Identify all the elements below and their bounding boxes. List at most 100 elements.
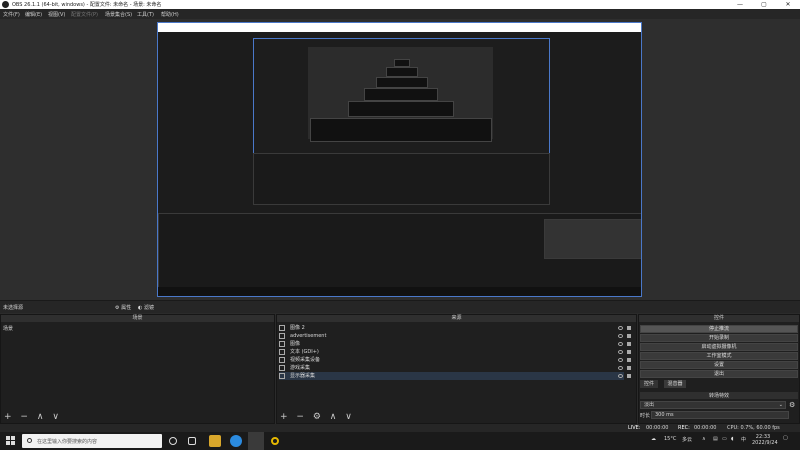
remove-scene-button[interactable]: − [20,412,28,422]
minimize-button[interactable]: — [728,0,752,9]
lock-icon[interactable] [627,334,631,338]
source-item[interactable]: 显示器采集 [279,372,631,380]
visibility-eye-icon[interactable] [618,374,623,378]
image-icon [279,325,285,331]
sources-dock: 来源 图像 2 advertisement 图像 文本 (GDI+) 视频采集设备 游戏采… [276,314,637,424]
file-explorer-icon[interactable] [209,435,221,447]
rec-label: REC: [678,425,690,431]
remove-source-button[interactable]: − [296,412,304,422]
clock-date: 2022/9/24 [752,440,778,446]
app-icon-yellow[interactable] [271,437,279,445]
visibility-eye-icon[interactable] [618,342,623,346]
source-label: advertisement [290,333,327,339]
windows-start-icon[interactable] [6,436,16,446]
menu-scene-collection[interactable]: 场景集合(S) [105,11,132,18]
lock-icon[interactable] [627,358,631,362]
duration-input[interactable]: 300 ms [651,411,789,419]
gamepad-icon [279,365,285,371]
source-label: 文本 (GDI+) [290,349,319,355]
scene-item[interactable]: 场景 [3,325,13,332]
menu-tools[interactable]: 工具(T) [137,11,154,18]
menu-profile[interactable]: 配置文件(P) [71,11,98,18]
taskbar-search-box[interactable]: 在这里输入你要搜索的内容 [22,434,162,448]
move-scene-up-button[interactable]: ∧ [37,412,44,422]
add-scene-button[interactable]: + [4,412,12,422]
title-bar: OBS 26.1.1 (64-bit, windows) - 配置文件: 未命名… [0,0,800,9]
menu-file[interactable]: 文件(F) [3,11,20,18]
transition-select[interactable]: 淡出 ⌄ [640,401,786,409]
transition-settings-icon[interactable]: ⚙ [789,401,797,409]
visibility-eye-icon[interactable] [618,358,623,362]
source-item[interactable]: 文本 (GDI+) [279,348,631,356]
lock-icon[interactable] [627,350,631,354]
move-source-up-button[interactable]: ∧ [330,412,337,422]
task-view-icon[interactable] [188,437,196,445]
tray-chevron-icon[interactable]: ∧ [702,436,706,442]
search-icon [27,438,32,443]
network-icon[interactable]: ▤ [713,436,718,442]
close-button[interactable]: ✕ [776,0,800,9]
weather-icon[interactable]: ☁ [651,436,656,442]
visibility-eye-icon[interactable] [618,366,623,370]
filters-button[interactable]: ◐ 滤镜 [138,304,154,311]
controls-header: 控件 [639,315,799,322]
nested-titlebar [158,23,641,32]
edge-icon[interactable] [230,435,242,447]
lock-icon[interactable] [627,366,631,370]
nested-docks [253,153,550,205]
rec-time: 00:00:00 [694,425,717,431]
filters-label: 滤镜 [143,305,154,311]
sources-toolbar: + − ⚙ ∧ ∨ [280,412,358,422]
source-item[interactable]: 视频采集设备 [279,356,631,364]
tab-mixer[interactable]: 混音器 [664,380,686,388]
maximize-button[interactable]: ▢ [752,0,776,9]
menu-edit[interactable]: 编辑(E) [25,11,42,18]
battery-icon[interactable]: ▭ [722,436,727,442]
transition-select-value: 淡出 [644,402,655,408]
start-virtual-camera-button[interactable]: 启动虚拟摄像机 [640,343,798,351]
windows-taskbar: 在这里输入你要搜索的内容 ☁ 15°C 多云 ∧ ▤ ▭ ◖ 中 22:33 2… [0,432,800,450]
source-item[interactable]: advertisement [279,332,631,340]
nested-controls [544,219,641,259]
scenes-toolbar: + − ∧ ∨ [4,412,65,422]
source-settings-button[interactable]: ⚙ [313,412,321,422]
chevron-down-icon: ⌄ [778,402,783,408]
lock-icon[interactable] [627,374,631,378]
ime-indicator[interactable]: 中 [741,436,746,443]
no-source-selected-label: 未选择源 [3,305,24,311]
taskbar-clock[interactable]: 22:33 2022/9/24 [752,434,778,446]
source-item[interactable]: 图像 2 [279,324,631,332]
menu-view[interactable]: 视图(V) [48,11,65,18]
source-item[interactable]: 游戏采集 [279,364,631,372]
sources-header: 来源 [277,315,636,322]
menu-help[interactable]: 帮助(H) [161,11,179,18]
preview-canvas[interactable] [157,22,642,297]
lock-icon[interactable] [627,326,631,330]
settings-button[interactable]: 设置 [640,361,798,369]
exit-button[interactable]: 退出 [640,370,798,378]
visibility-eye-icon[interactable] [618,326,623,330]
source-label: 视频采集设备 [290,357,321,363]
camera-icon [279,357,285,363]
tab-controls[interactable]: 控件 [640,380,658,388]
cortana-icon[interactable] [169,437,177,445]
volume-icon[interactable]: ◖ [731,436,734,442]
move-source-down-button[interactable]: ∨ [345,412,352,422]
monitor-icon [279,373,285,379]
visibility-eye-icon[interactable] [618,350,623,354]
stop-streaming-button[interactable]: 停止推流 [640,325,798,333]
properties-button[interactable]: ⚙ 属性 [115,304,131,311]
studio-mode-button[interactable]: 工作室模式 [640,352,798,360]
nested-taskbar [158,287,641,296]
lock-icon[interactable] [627,342,631,346]
start-recording-button[interactable]: 开始录制 [640,334,798,342]
visibility-eye-icon[interactable] [618,334,623,338]
nested-level [348,101,454,117]
obs-taskbar-button[interactable] [248,432,264,450]
source-item[interactable]: 图像 [279,340,631,348]
status-bar: LIVE: 00:00:00 REC: 00:00:00 CPU: 0.7%, … [0,424,800,432]
nested-level [364,88,438,101]
add-source-button[interactable]: + [280,412,288,422]
move-scene-down-button[interactable]: ∨ [52,412,59,422]
notification-icon[interactable]: ▢ [783,435,788,441]
